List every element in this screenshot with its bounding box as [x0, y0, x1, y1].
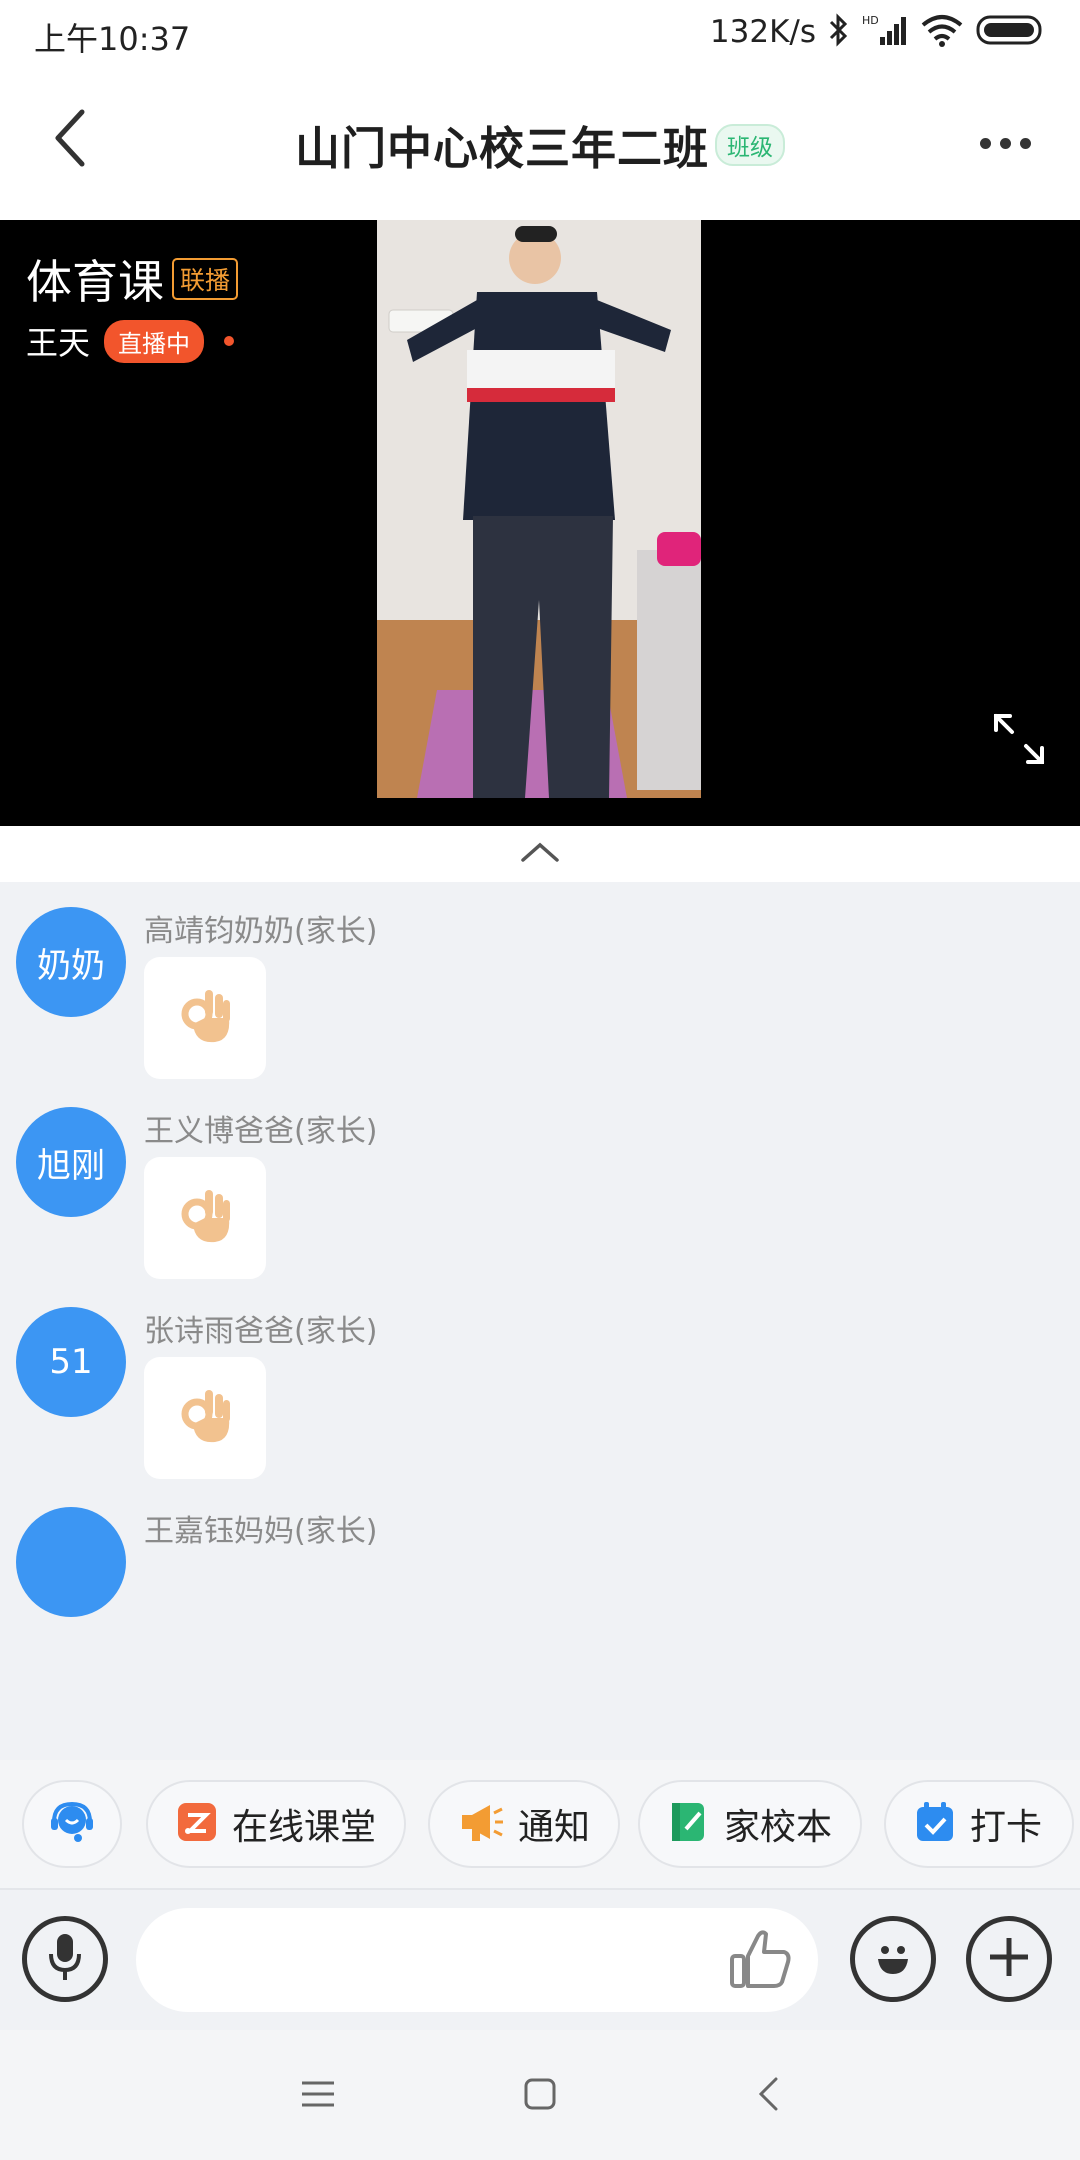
menu-icon: [300, 2079, 336, 2113]
message-bubble[interactable]: [144, 1157, 266, 1279]
avatar[interactable]: 旭刚: [16, 1107, 126, 1217]
live-dot: [224, 336, 235, 346]
bluetooth-icon: [828, 13, 850, 51]
status-bar: 上午10:37 132K/s HD: [0, 0, 1080, 64]
chat-message: 51 张诗雨爸爸(家长): [0, 1282, 1080, 1482]
thumbs-up-icon[interactable]: [724, 1924, 796, 1996]
more-dots-icon-dot: [999, 137, 1011, 149]
home-icon: [523, 2077, 557, 2115]
chat-message: 旭刚 王义博爸爸(家长): [0, 1082, 1080, 1282]
sender-name: 王义博爸爸(家长): [144, 1114, 378, 1149]
message-bubble[interactable]: [144, 1357, 266, 1479]
svg-text:HD: HD: [862, 14, 879, 27]
notice-button[interactable]: 通知: [428, 1780, 621, 1868]
course-title-row: 体育课 联播: [26, 246, 239, 312]
title-area: 山门中心校三年二班 班级: [0, 112, 1080, 177]
avatar[interactable]: [16, 1507, 126, 1617]
more-dots-icon-dot: [1019, 137, 1031, 149]
host-row: 王天 直播中: [26, 318, 235, 364]
avatar[interactable]: 奶奶: [16, 907, 126, 1017]
notebook-icon: [668, 1801, 710, 1847]
emoji-button[interactable]: [850, 1916, 936, 2002]
microphone-icon: [45, 1932, 85, 1986]
plus-icon: [986, 1934, 1032, 1984]
course-title: 体育课: [26, 255, 164, 309]
chip-label: 家校本: [724, 1807, 833, 1848]
collapse-video-button[interactable]: [0, 826, 1080, 882]
message-input-bar: [0, 1888, 1080, 2030]
hd-signal-icon: HD: [862, 13, 908, 51]
more-button[interactable]: [970, 118, 1040, 168]
battery-icon: [976, 13, 1046, 51]
chip-label: 打卡: [970, 1807, 1043, 1848]
system-back-button[interactable]: [736, 2064, 800, 2128]
chat-message: 王嘉钰妈妈(家长): [0, 1482, 1080, 1682]
fullscreen-button[interactable]: [992, 712, 1046, 766]
sender-name: 王嘉钰妈妈(家长): [144, 1514, 378, 1549]
more-plus-button[interactable]: [966, 1916, 1052, 2002]
class-tag: 班级: [715, 123, 785, 166]
relay-tag: 联播: [172, 258, 239, 300]
header: 山门中心校三年二班 班级: [0, 64, 1080, 220]
more-dots-icon: [979, 137, 991, 149]
video-frame: [377, 220, 701, 798]
recent-apps-button[interactable]: [286, 2064, 350, 2128]
message-bubble[interactable]: [144, 957, 266, 1079]
online-class-button[interactable]: 在线课堂: [146, 1780, 407, 1868]
network-speed: 132K/s: [709, 14, 816, 50]
calendar-check-icon: [914, 1801, 956, 1847]
status-time: 上午10:37: [34, 20, 191, 58]
home-button[interactable]: [508, 2064, 572, 2128]
page-title: 山门中心校三年二班: [294, 122, 709, 175]
avatar[interactable]: 51: [16, 1307, 126, 1417]
sender-name: 高靖钧奶奶(家长): [144, 914, 378, 949]
live-badge: 直播中: [104, 319, 205, 363]
system-navigation-bar: [0, 2030, 1080, 2160]
live-video-player[interactable]: 体育课 联播 王天 直播中: [0, 220, 1080, 826]
ok-hand-emoji-icon: [175, 984, 235, 1052]
expand-icon: [992, 714, 1046, 770]
wifi-icon: [920, 13, 964, 51]
message-text-field[interactable]: [136, 1908, 818, 2012]
chip-label: 在线课堂: [232, 1807, 377, 1848]
status-icons: 132K/s HD: [710, 12, 1046, 52]
emoji-icon: [868, 1932, 918, 1986]
chat-message-list[interactable]: 奶奶 高靖钧奶奶(家长) 旭刚 王义博爸爸(家长) 51 张诗雨爸爸(家长) 王…: [0, 882, 1080, 1760]
voice-button[interactable]: [22, 1916, 108, 2002]
message-input[interactable]: [166, 1932, 686, 1988]
ok-hand-emoji-icon: [175, 1184, 235, 1252]
chip-label: 通知: [518, 1807, 591, 1848]
assistant-icon: [48, 1798, 96, 1850]
chat-message: 奶奶 高靖钧奶奶(家长): [0, 882, 1080, 1082]
sender-name: 张诗雨爸爸(家长): [144, 1314, 378, 1349]
home-school-book-button[interactable]: 家校本: [638, 1780, 863, 1868]
back-icon: [756, 2076, 780, 2116]
ok-hand-emoji-icon: [175, 1384, 235, 1452]
check-in-button[interactable]: 打卡: [884, 1780, 1074, 1868]
teacher-video-image: [377, 220, 701, 798]
host-name: 王天: [26, 324, 91, 362]
megaphone-icon: [458, 1801, 504, 1847]
online-class-icon: [176, 1801, 218, 1847]
chevron-up-icon: [520, 841, 560, 867]
quick-action-bar: 在线课堂 通知 家校本 打卡: [0, 1760, 1080, 1888]
assistant-button[interactable]: [22, 1780, 122, 1868]
